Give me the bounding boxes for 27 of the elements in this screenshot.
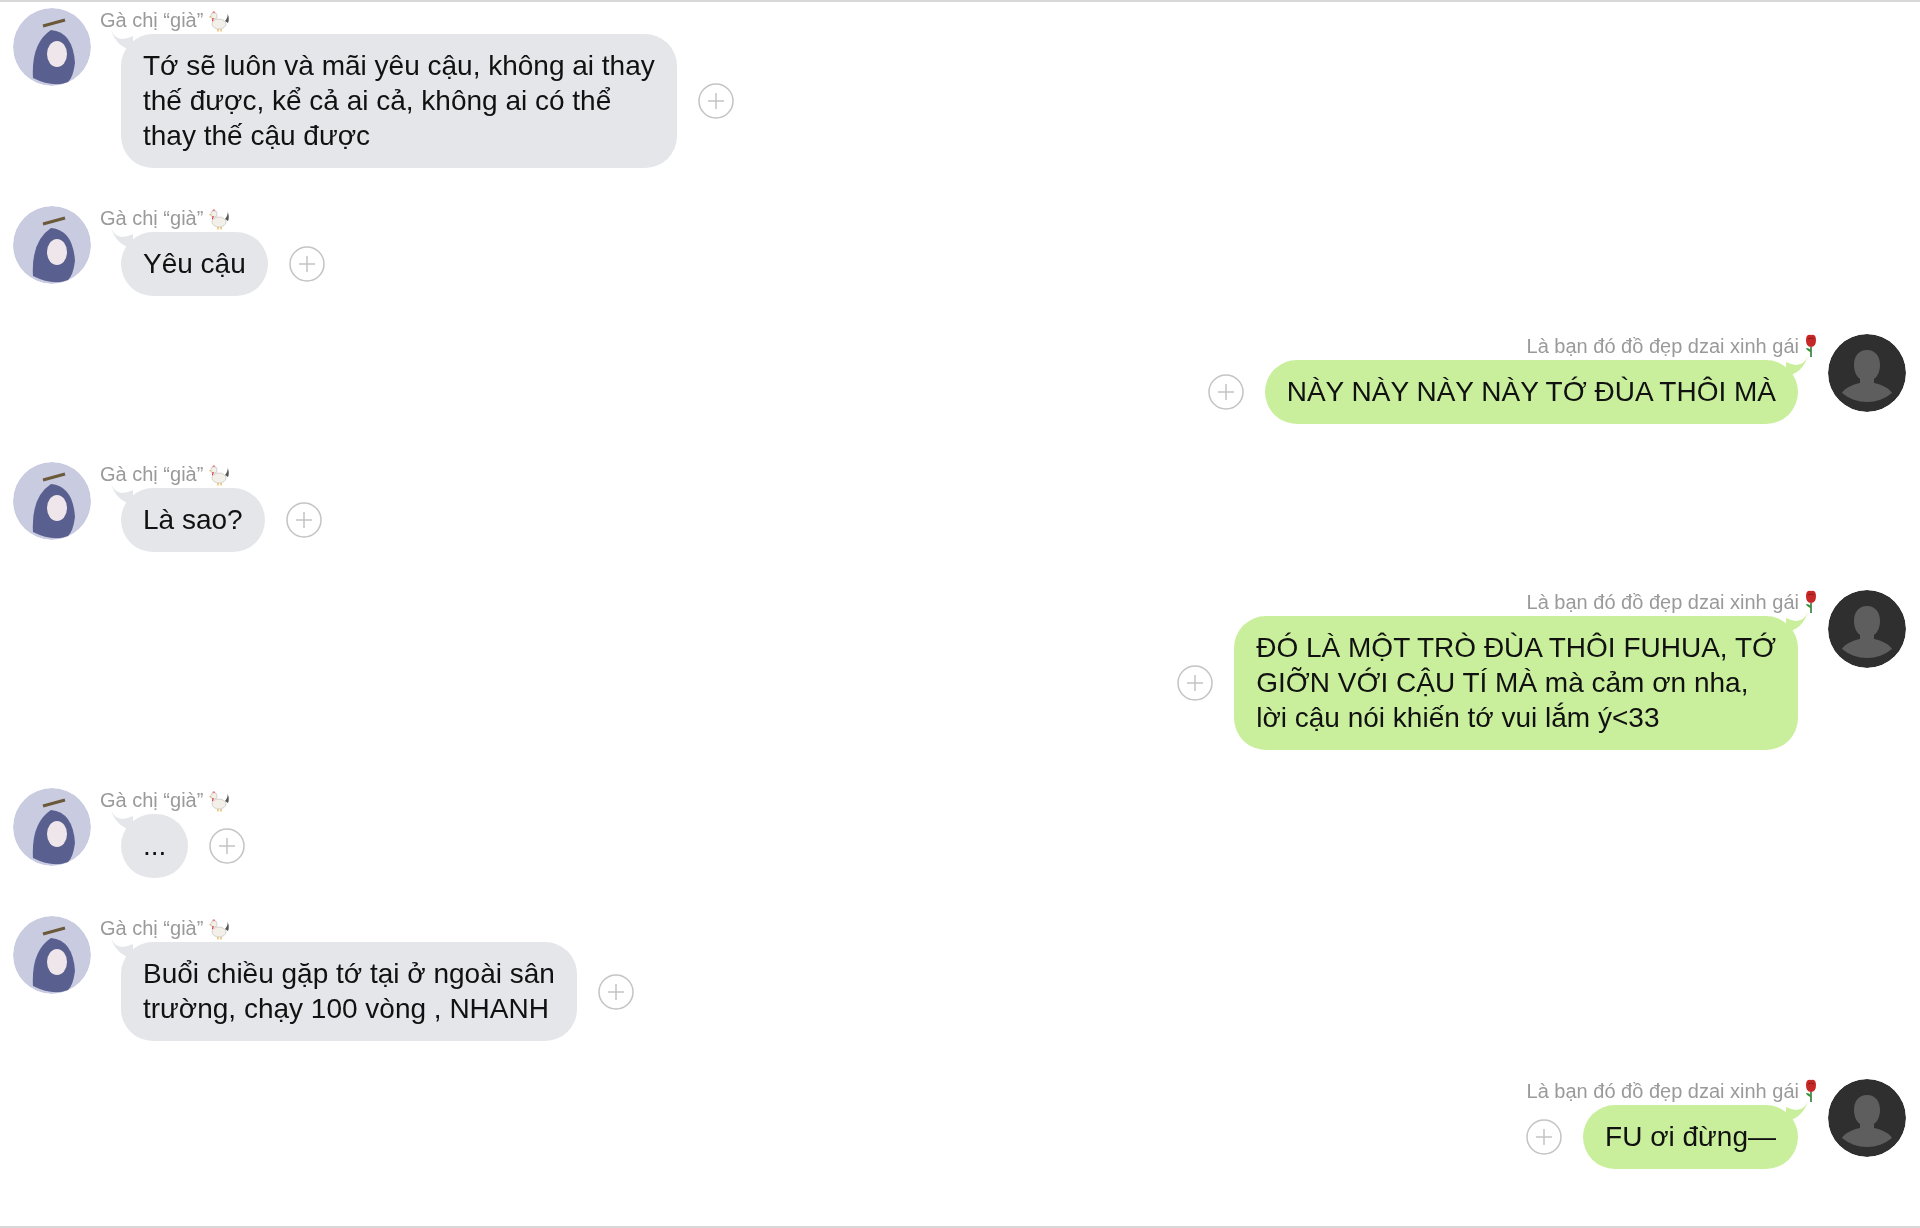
sender-name: Là bạn đó đồ đẹp dzai xinh gái <box>1526 334 1799 359</box>
add-reaction-icon[interactable] <box>284 501 323 539</box>
sender-name: Gà chị “già” <box>100 916 204 941</box>
sender-name: Gà chị “già” <box>100 8 204 33</box>
add-reaction-icon[interactable] <box>208 827 247 865</box>
message-bubble: Tớ sẽ luôn và mãi yêu cậu, không ai thay thế được, kể cả ai cả, không ai có thể thay thế cậu được <box>121 34 677 168</box>
message-bubble: FU ơi đừng— <box>1583 1105 1798 1169</box>
sender-name: Gà chị “già” <box>100 788 204 813</box>
add-reaction-icon[interactable] <box>596 972 635 1011</box>
rose-icon <box>1803 1079 1819 1103</box>
message-bubble: Yêu cậu <box>121 232 268 296</box>
add-reaction-icon[interactable] <box>1206 373 1245 411</box>
message-bubble: Là sao? <box>121 488 265 552</box>
sender-name: Gà chị “già” <box>100 206 204 231</box>
add-reaction-icon[interactable] <box>1176 664 1215 702</box>
sender-name: Là bạn đó đồ đẹp dzai xinh gái <box>1526 590 1799 615</box>
message-bubble: ... <box>121 814 189 878</box>
sender-name: Gà chị “già” <box>100 462 204 487</box>
message-bubble: Buổi chiều gặp tớ tại ở ngoài sân trường, chạy 100 vòng , NHANH <box>121 942 577 1041</box>
add-reaction-icon[interactable] <box>696 82 735 120</box>
message-bubble: NÀY NÀY NÀY NÀY TỚ ĐÙA THÔI MÀ <box>1264 360 1798 424</box>
add-reaction-icon[interactable] <box>1525 1118 1564 1156</box>
sender-name: Là bạn đó đồ đẹp dzai xinh gái <box>1526 1079 1799 1104</box>
rose-icon <box>1803 334 1819 358</box>
message-bubble: ĐÓ LÀ MỘT TRÒ ĐÙA THÔI FUHUA, TỚ GIỠN VỚI CẬU TÍ MÀ mà cảm ơn nha, lời cậu nói khiến tớ vui lắm ý<33 <box>1234 616 1798 750</box>
rose-icon <box>1803 590 1819 614</box>
add-reaction-icon[interactable] <box>287 245 326 283</box>
